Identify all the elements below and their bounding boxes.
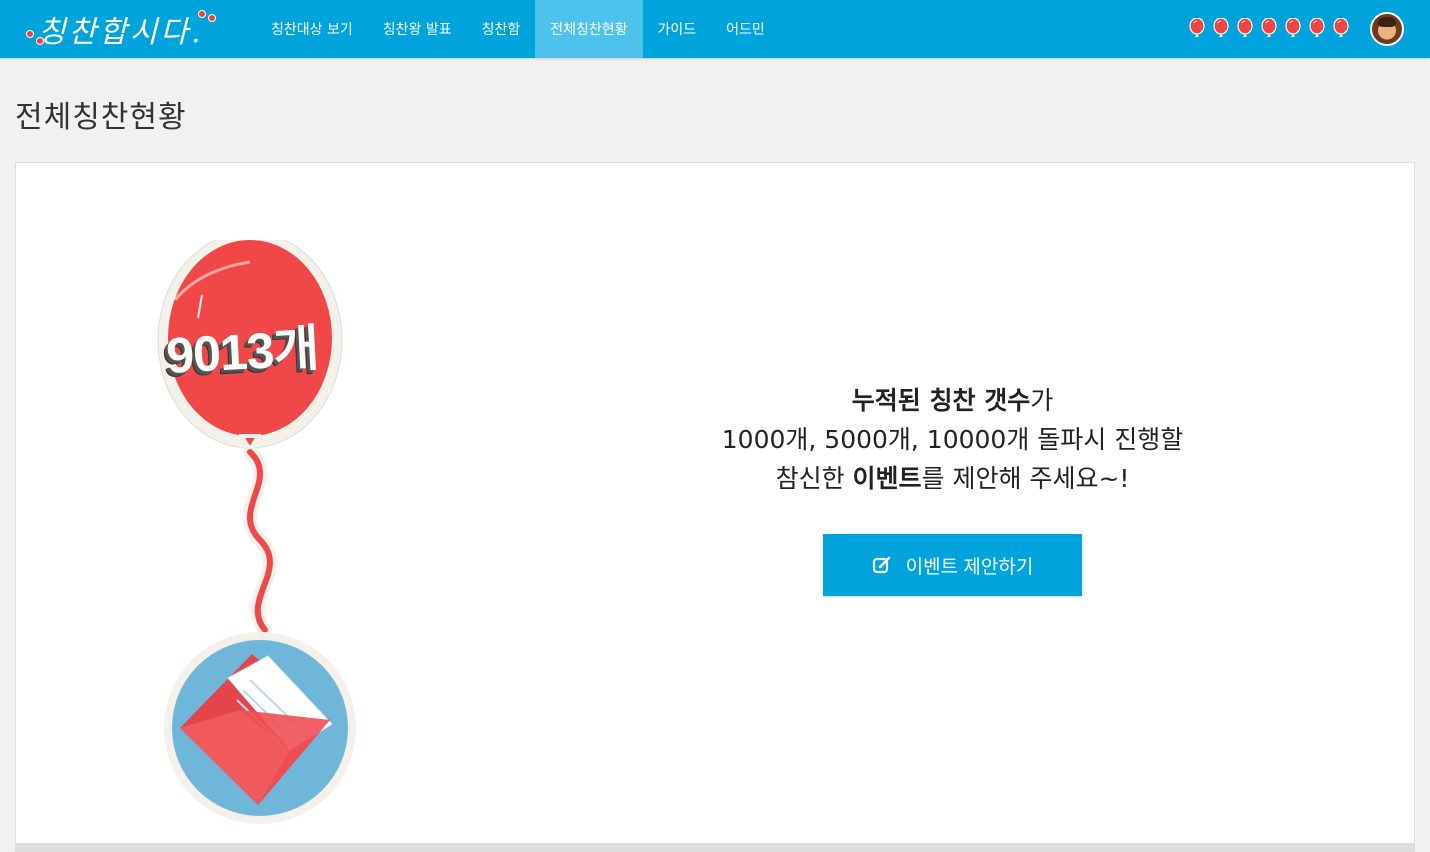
logo-dot-icon — [208, 14, 216, 22]
page-title: 전체칭찬현황 — [15, 100, 187, 135]
logo-dot-icon — [26, 30, 34, 38]
user-area — [1188, 0, 1404, 58]
propose-event-label: 이벤트 제안하기 — [905, 556, 1034, 578]
panel-footer-bar — [15, 843, 1415, 852]
balloon-icon — [1333, 18, 1349, 37]
praise-count: 9013개 — [164, 320, 320, 384]
balloon-icon — [1309, 18, 1325, 37]
message-highlight: 누적된 칭찬 갯수 — [851, 386, 1031, 415]
balloon-icon — [1213, 18, 1229, 37]
brand-name: 칭찬합시다. — [38, 15, 204, 50]
navbar: 칭찬합시다. 칭찬대상 보기 칭찬왕 발표 칭찬함 전체칭찬현황 가이드 어드민 — [0, 0, 1430, 58]
balloon-counter — [1188, 18, 1356, 40]
logo-dot-icon — [198, 10, 206, 18]
message-event-highlight: 이벤트 — [852, 464, 922, 493]
logo-dot-icon — [36, 37, 44, 45]
event-message: 누적된 칭찬 갯수가 1000개, 5000개, 10000개 돌파시 진행할 … — [640, 381, 1265, 498]
user-avatar[interactable] — [1370, 12, 1404, 46]
nav-item-praise-targets[interactable]: 칭찬대상 보기 — [256, 0, 368, 58]
balloon-icon — [1237, 18, 1253, 37]
message-text: 가 — [1030, 386, 1054, 415]
nav-item-praise-box[interactable]: 칭찬함 — [467, 0, 536, 58]
balloon-icon — [1285, 18, 1301, 37]
balloon-icon — [1261, 18, 1277, 37]
balloon-icon — [1189, 18, 1205, 37]
edit-icon — [872, 556, 890, 574]
message-milestones: 1000개, 5000개, 10000개 돌파시 진행할 — [721, 425, 1184, 454]
message-text: 참신한 — [775, 464, 853, 493]
nav-item-guide[interactable]: 가이드 — [643, 0, 712, 58]
brand-logo[interactable]: 칭찬합시다. — [22, 0, 222, 58]
nav-item-praise-king[interactable]: 칭찬왕 발표 — [368, 0, 467, 58]
propose-event-button[interactable]: 이벤트 제안하기 — [823, 534, 1082, 596]
nav-item-total-status[interactable]: 전체칭찬현황 — [535, 0, 643, 58]
message-text: 를 제안해 주세요~! — [921, 464, 1130, 493]
main-nav: 칭찬대상 보기 칭찬왕 발표 칭찬함 전체칭찬현황 가이드 어드민 — [256, 0, 780, 58]
nav-item-admin[interactable]: 어드민 — [711, 0, 780, 58]
